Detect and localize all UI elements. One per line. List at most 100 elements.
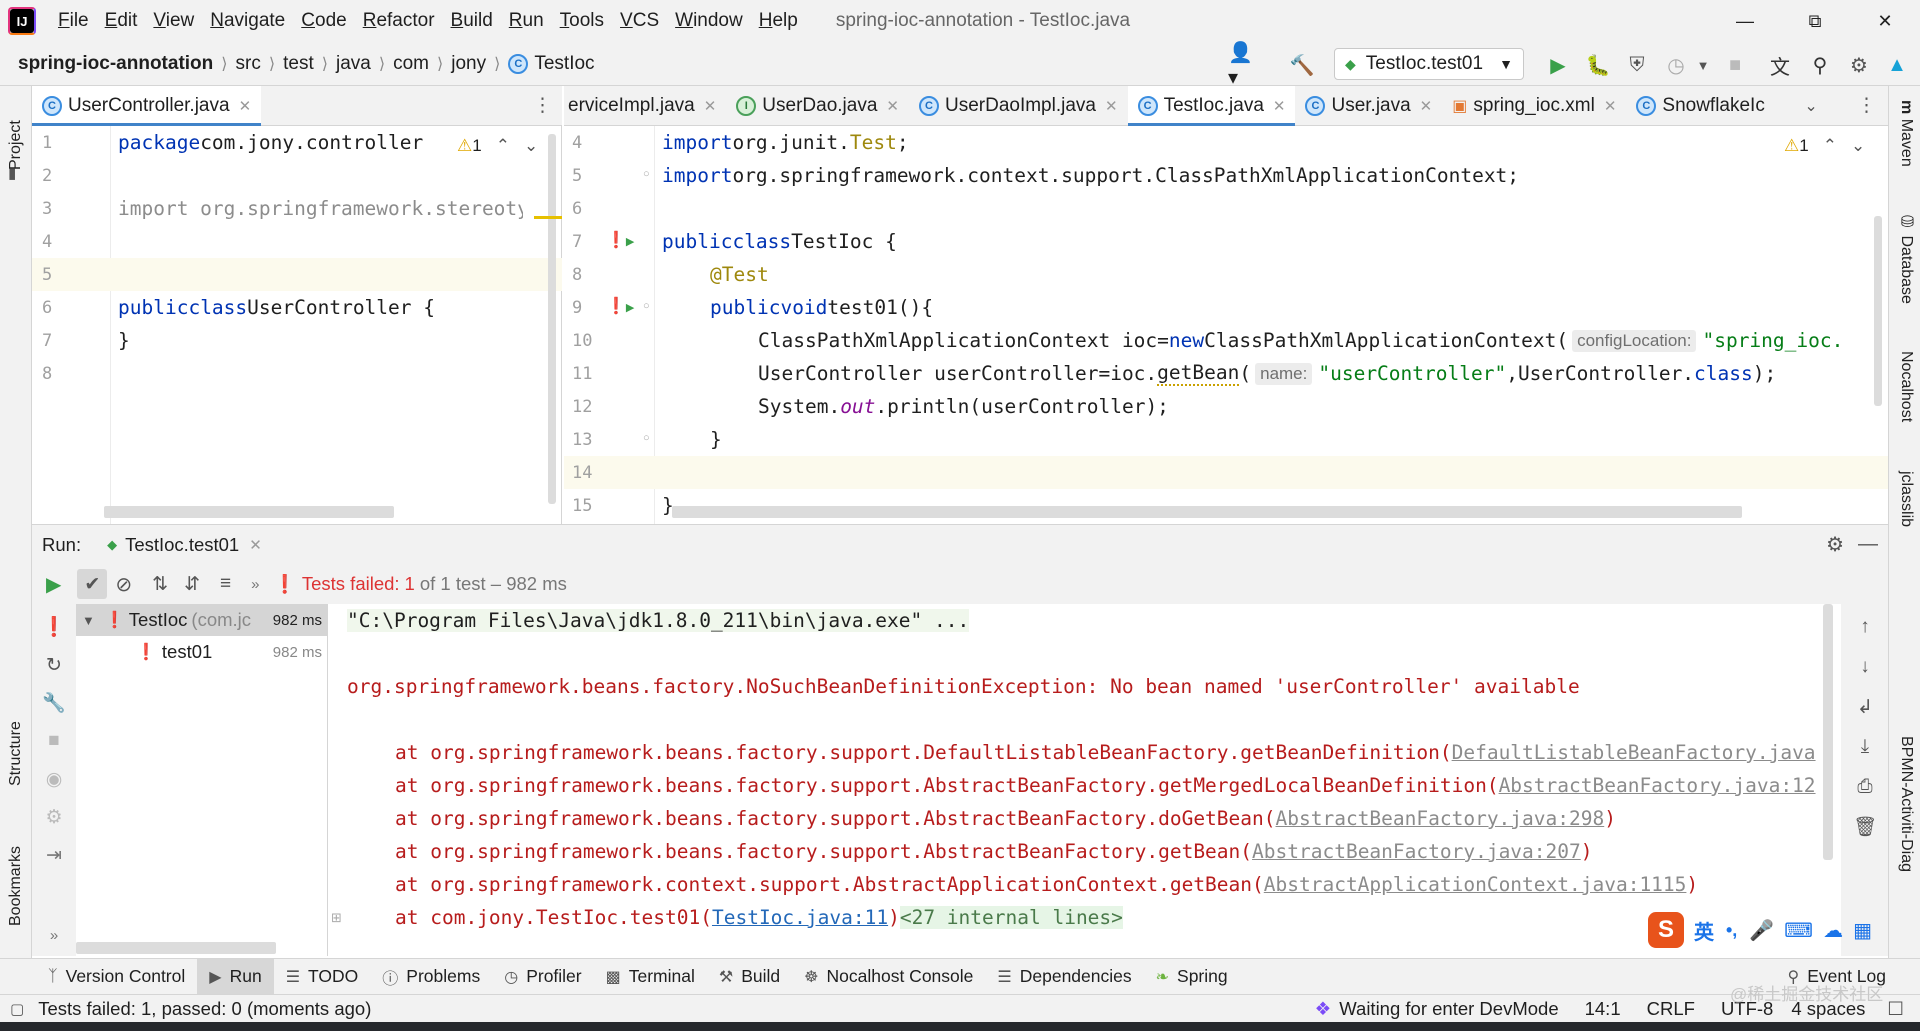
breadcrumb-file[interactable]: C TestIoc [503,53,599,75]
stop-icon[interactable]: ■ [1720,50,1750,80]
more-icon[interactable]: » [41,922,67,948]
source-link[interactable]: TestIoc.java:11 [712,906,888,929]
breadcrumb-jony[interactable]: jony [446,53,491,75]
close-tab-icon[interactable]: ✕ [1273,97,1286,115]
horizontal-scrollbar[interactable] [76,942,276,954]
breadcrumb-com[interactable]: com [388,53,434,75]
menu-tools[interactable]: Tools [552,10,612,32]
print-icon[interactable]: ⎙ [1852,774,1878,800]
menu-edit[interactable]: Edit [97,10,146,32]
close-window-button[interactable]: ✕ [1850,0,1920,42]
tab-usercontroller[interactable]: C UserController.java ✕ [32,85,262,126]
sort-duration-icon[interactable]: ⇵ [184,573,200,596]
settings-gear-icon[interactable]: ⚙ [1826,532,1844,557]
run-test-method-icon[interactable]: ❗▶ [606,296,634,316]
menu-vcs[interactable]: VCS [612,10,667,32]
microphone-icon[interactable]: 🎤 [1749,918,1774,943]
close-tab-icon[interactable]: ✕ [249,536,262,554]
stop-icon[interactable]: ■ [41,728,67,754]
toggle-tool-windows-icon[interactable]: ▢ [10,1000,24,1018]
close-tab-icon[interactable]: ✕ [704,97,717,115]
chevron-up-icon[interactable]: ⌃ [1823,136,1837,155]
skin-icon[interactable]: ☁ [1823,918,1843,943]
menu-view[interactable]: View [145,10,202,32]
source-link[interactable]: AbstractBeanFactory.java:12 [1499,774,1816,797]
tab-snowflake[interactable]: C SnowflakeIc [1626,86,1794,126]
project-tool-button[interactable]: Project [7,100,25,170]
jclasslib-tool-button[interactable]: jclasslib [1897,471,1915,527]
problems-tool-button[interactable]: ⓘ Problems [370,959,492,995]
toggle-auto-test-icon[interactable]: ↻ [41,652,67,678]
console-output[interactable]: "C:\Program Files\Java\jdk1.8.0_211\bin\… [329,604,1841,956]
show-passed-toggle[interactable]: ✔ [77,569,108,599]
devmode-status[interactable]: Waiting for enter DevMode [1339,998,1558,1020]
restore-button[interactable]: ⧉ [1780,0,1850,42]
search-icon[interactable]: ⚲ [1805,50,1835,80]
chevron-down-icon[interactable]: ⌄ [1804,96,1817,116]
sogou-logo-icon[interactable]: S [1648,912,1684,948]
internal-lines-fold[interactable]: <27 internal lines> [899,906,1123,929]
tab-user[interactable]: C User.java ✕ [1295,86,1442,126]
lock-icon[interactable]: ☐ [1887,998,1904,1020]
expand-all-icon[interactable]: ≡ [220,573,231,595]
right-editor[interactable]: ⚠1 ⌃ ⌄ 4 5 6 7 8 9 10 11 12 13 14 15 ❗▶ ❗▶… [564,126,1888,524]
soft-wrap-icon[interactable]: ↲ [1852,694,1878,720]
line-separator[interactable]: CRLF [1647,998,1695,1020]
tab-serviceimpl[interactable]: erviceImpl.java ✕ [564,86,726,126]
fold-icon[interactable]: ○ [643,168,650,180]
keyboard-icon[interactable]: ⌨ [1784,918,1813,943]
chevron-down-icon[interactable]: ▼ [82,613,95,628]
tab-spring-ioc-xml[interactable]: ▣ spring_ioc.xml ✕ [1442,86,1626,126]
menu-build[interactable]: Build [443,10,501,32]
arrow-down-icon[interactable]: ↓ [1852,654,1878,680]
rerun-failed-icon[interactable]: ❗ [41,614,67,640]
debug-icon[interactable]: 🐛 [1583,50,1613,80]
todo-tool-button[interactable]: ☰ TODO [274,959,371,995]
translate-icon[interactable]: 文 [1765,50,1795,80]
dependencies-tool-button[interactable]: ☰ Dependencies [985,959,1143,995]
hide-panel-icon[interactable]: — [1858,533,1878,556]
structure-tool-button[interactable]: Structure [7,696,25,786]
tree-node-test01[interactable]: ❗ test01 982 ms [76,636,328,668]
horizontal-scrollbar[interactable] [104,506,394,518]
scroll-to-end-icon[interactable]: ⤓ [1852,734,1878,760]
expand-fold-icon[interactable]: ⊞ [331,910,342,926]
status-message[interactable]: Tests failed: 1, passed: 0 (moments ago) [38,998,371,1020]
tab-userdao[interactable]: I UserDao.java ✕ [726,86,909,126]
menu-code[interactable]: Code [293,10,354,32]
bookmarks-tool-button[interactable]: Bookmarks [7,826,25,926]
ime-punctuation-toggle[interactable]: •, [1726,920,1737,941]
warning-indicator[interactable]: ⚠1 ⌃ ⌄ [457,136,538,156]
database-tool-button[interactable]: ⛁ Database [1897,212,1916,304]
menu-refactor[interactable]: Refactor [355,10,443,32]
close-tab-icon[interactable]: ✕ [1105,97,1118,115]
minimize-button[interactable]: — [1710,0,1780,42]
import-tests-icon[interactable]: ⇥ [41,842,67,868]
source-link[interactable]: AbstractBeanFactory.java:207 [1252,840,1581,863]
nocalhost-tool-button[interactable]: Nocalhost [1897,351,1915,422]
run-tab-label[interactable]: TestIoc.test01 [125,534,239,556]
fold-icon[interactable]: ○ [643,300,650,312]
run-icon[interactable]: ▶ [1543,50,1573,80]
build-tool-button[interactable]: ⚒ Build [707,959,792,995]
source-link[interactable]: AbstractBeanFactory.java:298 [1276,807,1605,830]
breadcrumb-java[interactable]: java [331,53,376,75]
toolbox-icon[interactable]: ▦ [1853,918,1872,943]
nocalhost-console-tool-button[interactable]: ☸ Nocalhost Console [792,959,985,995]
bpmn-tool-button[interactable]: BPMN-Activiti-Diag [1897,736,1915,872]
left-editor[interactable]: ⚠1 ⌃ ⌄ 1 2 3 4 5 6 7 8 package com.jony.co… [32,126,562,524]
more-options-icon[interactable]: ⋮ [533,94,552,117]
spring-tool-button[interactable]: ❧ Spring [1144,959,1240,995]
breadcrumb-project[interactable]: spring-ioc-annotation [13,53,218,75]
fold-icon[interactable]: ○ [643,432,650,444]
chevron-down-icon[interactable]: ▼ [1688,50,1718,80]
wrench-icon[interactable]: 🔧 [41,690,67,716]
close-tab-icon[interactable]: ✕ [239,97,252,115]
terminal-tool-button[interactable]: ▩ Terminal [594,959,707,995]
menu-file[interactable]: File [50,10,97,32]
breadcrumb-test[interactable]: test [278,53,319,75]
coverage-icon[interactable]: ⛨ [1622,50,1652,80]
show-ignored-icon[interactable]: ⊘ [115,572,132,597]
close-tab-icon[interactable]: ✕ [1604,97,1617,115]
run-test-class-icon[interactable]: ❗▶ [606,230,634,250]
